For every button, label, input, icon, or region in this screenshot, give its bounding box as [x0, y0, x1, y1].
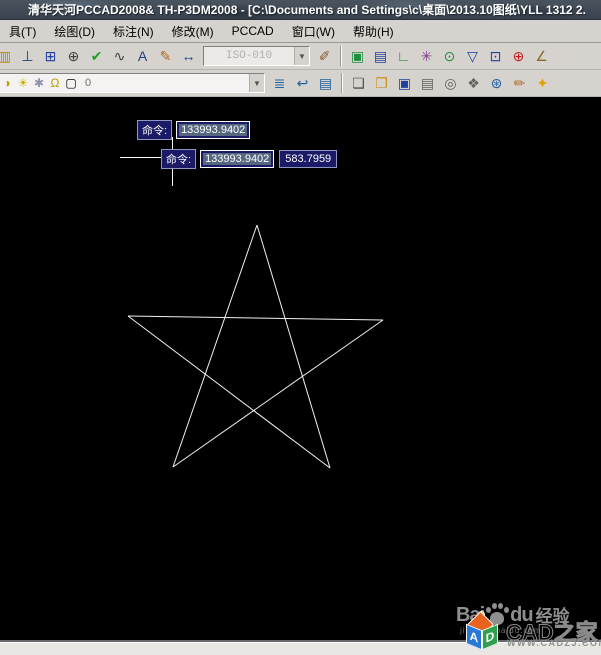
修改(M)[interactable]: 修改(M)	[163, 20, 223, 43]
layer-tools-group: ≣ ↩ ▤	[268, 73, 337, 94]
layer-thaw-icon[interactable]: ☀	[15, 76, 31, 90]
window-titlebar[interactable]: 清华天河PCCAD2008& TH-P3DM2008 - [C:\Documen…	[0, 0, 601, 20]
drawing-canvas[interactable]: 命令: 133993.9402 命令: 133993.9402 583.7959	[0, 97, 601, 642]
coordinate-y-value: 583.7959	[279, 150, 337, 168]
save-file-icon[interactable]: ▣	[394, 73, 415, 94]
smart-erase-icon[interactable]: ✦	[532, 73, 553, 94]
toolbar-separator	[341, 73, 343, 93]
dimension-style-combo[interactable]: ISO-010 ▼	[203, 46, 310, 66]
command-label: 命令:	[161, 149, 196, 169]
dimension-update-icon[interactable]: ✐	[314, 46, 335, 67]
ordinate-dimension-icon[interactable]: ⊥	[17, 46, 38, 67]
toolbar-dimension: ▥ ⊥ ⊞ ⊕ ✔ ∿ A ✎ ↔ ISO-010 ▼ ✐ ▣ ▤	[0, 43, 601, 70]
cadzj-site-url: WWW.CADZJ.COM	[507, 638, 601, 648]
tolerance-frame-icon[interactable]: ⊡	[485, 46, 506, 67]
绘图(D)[interactable]: 绘图(D)	[45, 20, 104, 43]
layer-unlock-icon[interactable]: Ω	[47, 76, 63, 90]
command-tooltip-2: 命令: 133993.9402 583.7959	[161, 149, 337, 169]
crosshair-hline	[120, 157, 163, 158]
command-input[interactable]: 133993.9402	[176, 121, 250, 139]
dimension-text-icon[interactable]: A	[132, 46, 153, 67]
plot-icon[interactable]: ❖	[463, 73, 484, 94]
layer-previous-icon[interactable]: ↩	[292, 73, 313, 94]
PCCAD[interactable]: PCCAD	[223, 21, 283, 41]
layer-translate-icon[interactable]: ≣	[269, 73, 290, 94]
window-title: 清华天河PCCAD2008& TH-P3DM2008 - [C:\Documen…	[28, 3, 586, 17]
dimension-check-icon[interactable]: ✔	[86, 46, 107, 67]
datum-symbol-icon[interactable]: ⊕	[508, 46, 529, 67]
wave-line-icon[interactable]: ∿	[109, 46, 130, 67]
print-icon[interactable]: ▤	[417, 73, 438, 94]
layer-combo[interactable]: ◑ ☀ ✱ Ω ▢ 0 ▼	[0, 73, 265, 93]
open-file-icon[interactable]: ❐	[371, 73, 392, 94]
symbol-library-icon[interactable]: ✳	[416, 46, 437, 67]
command-label: 命令:	[137, 120, 172, 140]
star-drawing	[0, 97, 601, 642]
datum-target-icon[interactable]: ⊙	[439, 46, 460, 67]
layer-color-swatch[interactable]: ▢	[63, 76, 79, 90]
command-tooltip-1: 命令: 133993.9402	[137, 120, 255, 140]
layer-visibility-icon[interactable]: ◑	[0, 76, 15, 90]
帮助(H)[interactable]: 帮助(H)	[344, 20, 403, 43]
linear-dimension-icon[interactable]: ↔	[178, 46, 199, 67]
surface-roughness-icon[interactable]: ▽	[462, 46, 483, 67]
layer-manager-icon[interactable]: ▤	[315, 73, 336, 94]
print-preview-icon[interactable]: ◎	[440, 73, 461, 94]
dimension-style-value: ISO-010	[204, 47, 294, 65]
bom-table-icon[interactable]: ▤	[370, 46, 391, 67]
layer-viewport-freeze-icon[interactable]: ✱	[31, 76, 47, 90]
dimension-edit-icon[interactable]: ✎	[155, 46, 176, 67]
publish-web-icon[interactable]: ⊛	[486, 73, 507, 94]
fit-tolerance-icon[interactable]: ⊞	[40, 46, 61, 67]
具(T)[interactable]: 具(T)	[0, 20, 45, 43]
cadzj-cube-logo: A D	[462, 614, 506, 654]
coordinate-x-input[interactable]: 133993.9402	[200, 150, 274, 168]
watermark: Bai du 经验 jingyan.baidu.com A D CAD之家 WW…	[448, 588, 601, 654]
balloon-number-icon[interactable]: ▣	[347, 46, 368, 67]
format-painter-icon[interactable]: ✏	[509, 73, 530, 94]
chevron-down-icon[interactable]: ▼	[294, 47, 309, 65]
coordinate-x-value: 133993.9402	[203, 153, 271, 165]
layer-state-icons: ◑ ☀ ✱ Ω ▢	[0, 76, 79, 90]
toolbar-standard: ◑ ☀ ✱ Ω ▢ 0 ▼ ≣ ↩ ▤ ❏	[0, 70, 601, 97]
dim-style-partial-icon[interactable]: ▥	[0, 46, 15, 67]
chevron-down-icon[interactable]: ▼	[249, 74, 264, 92]
layer-combo-field: ◑ ☀ ✱ Ω ▢ 0	[0, 74, 249, 92]
窗口(W)[interactable]: 窗口(W)	[283, 20, 344, 43]
center-mark-icon[interactable]: ⊕	[63, 46, 84, 67]
标注(N)[interactable]: 标注(N)	[104, 20, 163, 43]
file-tools-group: ❏ ❐ ▣ ▤ ◎ ❖ ⊛ ✏ ✦	[347, 73, 554, 94]
toolbar-separator	[340, 46, 342, 66]
toolbar-dim-right-group: ▣ ▤ ∟ ✳ ⊙ ▽ ⊡ ⊕ ∠	[346, 46, 553, 67]
chamfer-dimension-icon[interactable]: ∠	[531, 46, 552, 67]
layer-name: 0	[82, 77, 91, 89]
leader-note-icon[interactable]: ∟	[393, 46, 414, 67]
menu-bar: 具(T) 绘图(D) 标注(N) 修改(M) PCCAD 窗口(W) 帮助(H)	[0, 20, 601, 43]
toolbar-dim-mid-group: ✐	[313, 46, 336, 67]
toolbar-dim-left-group: ▥ ⊥ ⊞ ⊕ ✔ ∿ A ✎ ↔	[0, 46, 200, 67]
command-input-value: 133993.9402	[179, 124, 247, 136]
new-file-icon[interactable]: ❏	[348, 73, 369, 94]
